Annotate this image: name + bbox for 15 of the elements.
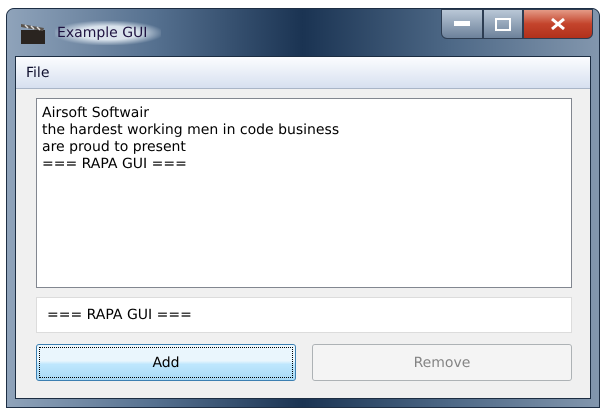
maximize-button[interactable] [483,9,523,39]
minimize-icon [454,21,470,27]
maximize-icon [495,18,511,30]
list-item[interactable]: the hardest working men in code business [42,122,566,139]
list-item[interactable]: are proud to present [42,139,566,156]
window-title: Example GUI [55,20,162,44]
minimize-button[interactable] [441,9,483,39]
list-box[interactable]: Airsoft Softwair the hardest working men in code business are proud to present === RAPA GUI === [36,98,572,288]
text-field[interactable]: === RAPA GUI === [36,297,572,333]
add-button[interactable]: Add [36,344,296,381]
list-item[interactable]: Airsoft Softwair [42,105,566,122]
close-icon [550,17,566,31]
list-item[interactable]: === RAPA GUI === [42,156,566,173]
menu-item[interactable]: File [26,64,50,80]
close-button[interactable] [523,9,593,39]
